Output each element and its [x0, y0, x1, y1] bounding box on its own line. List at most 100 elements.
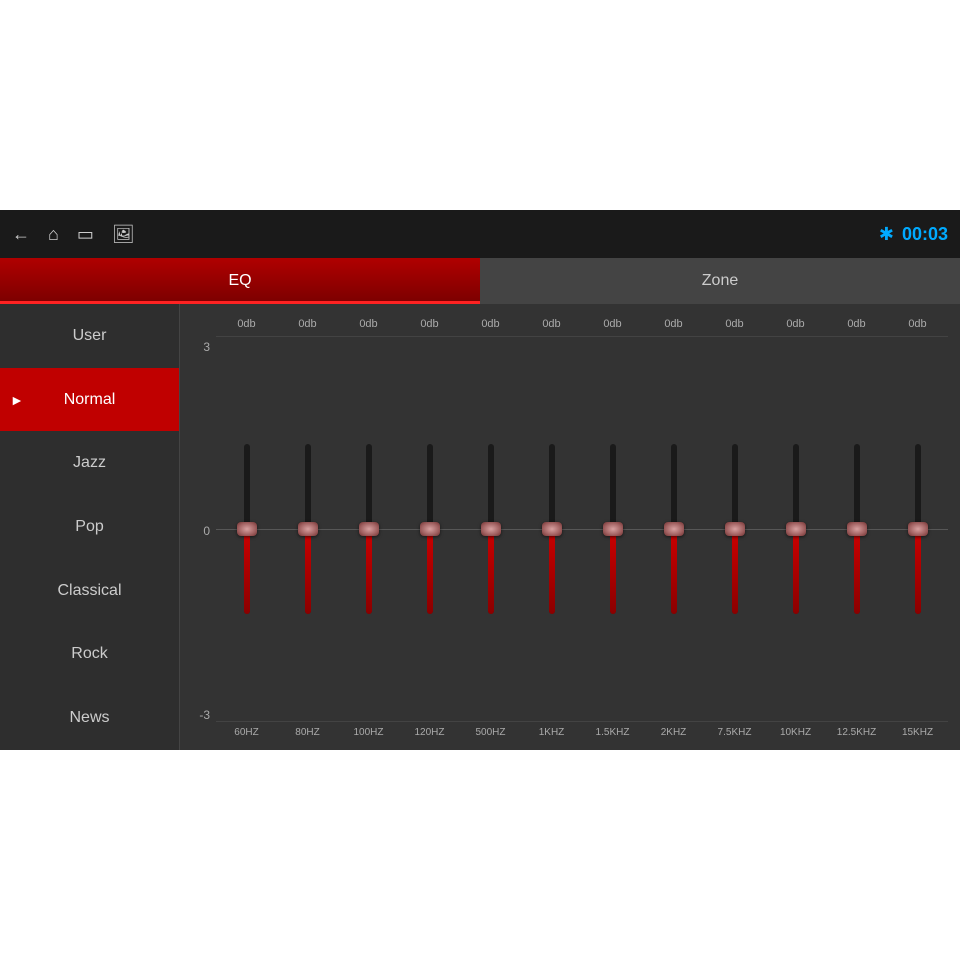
slider-column: 60HZ [216, 336, 277, 742]
tab-eq[interactable]: EQ [0, 258, 480, 304]
slider-track[interactable] [671, 444, 677, 614]
slider-column: 80HZ [277, 336, 338, 742]
slider-fill [488, 529, 494, 614]
freq-label: 500HZ [475, 722, 505, 742]
slider-track[interactable] [427, 444, 433, 614]
slider-fill [427, 529, 433, 614]
slider-thumb[interactable] [542, 522, 562, 536]
slider-track-wrap [643, 336, 704, 722]
slider-track[interactable] [488, 444, 494, 614]
slider-track-wrap [521, 336, 582, 722]
slider-column: 7.5KHZ [704, 336, 765, 742]
slider-fill [305, 529, 311, 614]
db-label: 0db [399, 318, 460, 330]
freq-label: 2KHZ [661, 722, 687, 742]
slider-track-wrap [826, 336, 887, 722]
db-label: 0db [216, 318, 277, 330]
sidebar-item-jazz[interactable]: Jazz [0, 431, 179, 495]
slider-track[interactable] [732, 444, 738, 614]
status-area: ✱ 00:03 [879, 224, 948, 245]
slider-track-wrap [216, 336, 277, 722]
slider-thumb[interactable] [664, 522, 684, 536]
slider-fill [671, 529, 677, 614]
db-label: 0db [765, 318, 826, 330]
slider-thumb[interactable] [420, 522, 440, 536]
slider-track[interactable] [610, 444, 616, 614]
sidebar-item-pop[interactable]: Pop [0, 495, 179, 559]
slider-column: 500HZ [460, 336, 521, 742]
slider-track-wrap [460, 336, 521, 722]
slider-track[interactable] [244, 444, 250, 614]
tab-zone[interactable]: Zone [480, 258, 960, 304]
sliders-container: 60HZ 80HZ 100HZ 120HZ 500HZ 1KHZ 1.5KHZ 2KHZ 7.5… [216, 336, 948, 746]
top-bar: ← ⌂ ▭ 🖼 ✱ 00:03 [0, 210, 960, 258]
slider-track-wrap [765, 336, 826, 722]
freq-label: 10KHZ [780, 722, 811, 742]
slider-thumb[interactable] [298, 522, 318, 536]
slider-fill [244, 529, 250, 614]
gallery-icon[interactable]: 🖼 [112, 224, 135, 245]
slider-track-wrap [887, 336, 948, 722]
slider-fill [793, 529, 799, 614]
tab-bar: EQ Zone [0, 258, 960, 304]
slider-track[interactable] [793, 444, 799, 614]
slider-track[interactable] [305, 444, 311, 614]
sidebar-item-normal[interactable]: ► Normal [0, 368, 179, 432]
screen-icon[interactable]: ▭ [77, 224, 94, 245]
slider-track-wrap [582, 336, 643, 722]
sliders-area: 0db0db0db0db0db0db0db0db0db0db0db0db 60H… [216, 312, 948, 746]
slider-thumb[interactable] [359, 522, 379, 536]
db-label: 0db [582, 318, 643, 330]
slider-thumb[interactable] [847, 522, 867, 536]
slider-column: 1KHZ [521, 336, 582, 742]
db-label: 0db [887, 318, 948, 330]
slider-fill [915, 529, 921, 614]
slider-track[interactable] [366, 444, 372, 614]
freq-label: 80HZ [295, 722, 319, 742]
freq-label: 60HZ [234, 722, 258, 742]
freq-label: 1.5KHZ [596, 722, 630, 742]
slider-column: 1.5KHZ [582, 336, 643, 742]
db-label: 0db [643, 318, 704, 330]
sidebar-item-news[interactable]: News [0, 686, 179, 750]
slider-fill [366, 529, 372, 614]
slider-thumb[interactable] [603, 522, 623, 536]
freq-label: 12.5KHZ [837, 722, 876, 742]
db-label: 0db [338, 318, 399, 330]
bluetooth-icon: ✱ [879, 224, 894, 245]
slider-track[interactable] [854, 444, 860, 614]
slider-column: 15KHZ [887, 336, 948, 742]
db-label: 0db [826, 318, 887, 330]
clock-display: 00:03 [902, 224, 948, 245]
freq-label: 100HZ [353, 722, 383, 742]
sidebar-item-rock[interactable]: Rock [0, 623, 179, 687]
db-label: 0db [460, 318, 521, 330]
freq-label: 120HZ [414, 722, 444, 742]
slider-track-wrap [277, 336, 338, 722]
slider-track-wrap [399, 336, 460, 722]
home-icon[interactable]: ⌂ [48, 224, 59, 245]
y-axis: 3 0 -3 [188, 312, 216, 746]
main-area: User ► Normal Jazz Pop Classical Rock Ne… [0, 304, 960, 750]
freq-label: 15KHZ [902, 722, 933, 742]
sidebar-item-classical[interactable]: Classical [0, 559, 179, 623]
nav-icons: ← ⌂ ▭ 🖼 [12, 224, 135, 245]
slider-track[interactable] [549, 444, 555, 614]
slider-track-wrap [704, 336, 765, 722]
slider-track[interactable] [915, 444, 921, 614]
slider-thumb[interactable] [786, 522, 806, 536]
slider-fill [610, 529, 616, 614]
db-label: 0db [277, 318, 338, 330]
eq-grid: 3 0 -3 0db0db0db0db0db0db0db0db0db0db0db… [188, 312, 948, 746]
slider-thumb[interactable] [237, 522, 257, 536]
slider-thumb[interactable] [481, 522, 501, 536]
sidebar: User ► Normal Jazz Pop Classical Rock Ne… [0, 304, 180, 750]
slider-thumb[interactable] [908, 522, 928, 536]
sidebar-item-user[interactable]: User [0, 304, 179, 368]
slider-column: 120HZ [399, 336, 460, 742]
slider-column: 12.5KHZ [826, 336, 887, 742]
back-icon[interactable]: ← [12, 224, 30, 245]
freq-label: 7.5KHZ [718, 722, 752, 742]
slider-thumb[interactable] [725, 522, 745, 536]
slider-fill [854, 529, 860, 614]
